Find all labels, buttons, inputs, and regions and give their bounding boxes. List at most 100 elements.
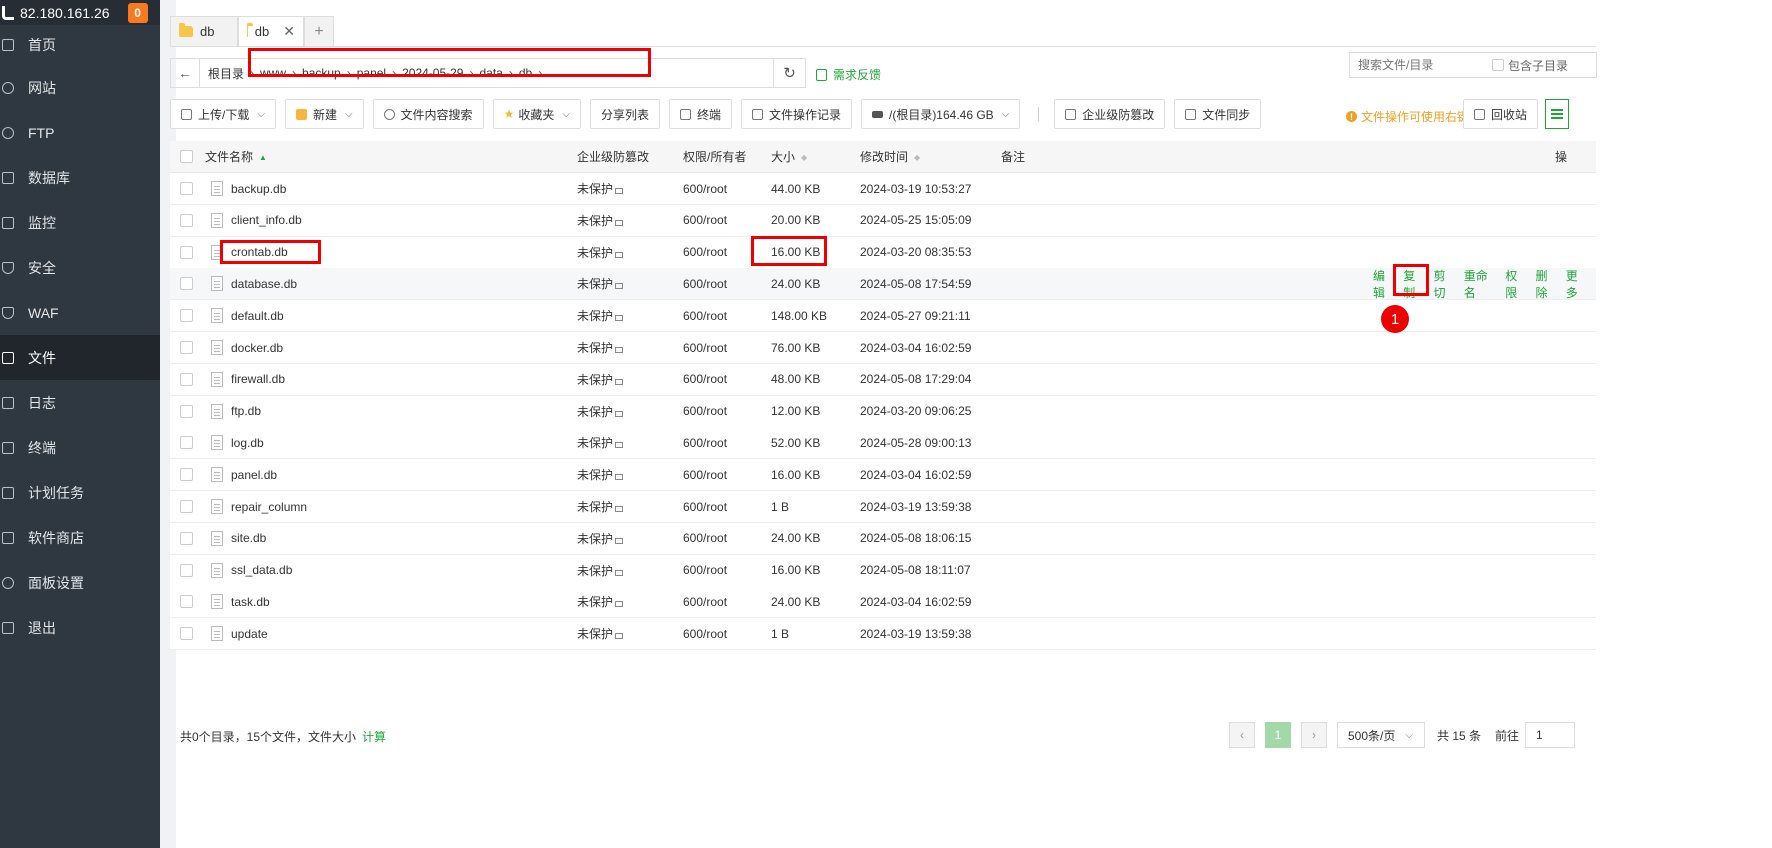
header-mtime[interactable]: 修改时间 ◆ [860,148,920,165]
row-action-6[interactable]: 更多 [1566,267,1588,301]
table-row[interactable]: database.db 未保护 600/root 24.00 KB 2024-05-08… [170,267,1596,301]
file-name[interactable]: firewall.db [231,372,285,386]
row-checkbox[interactable] [180,404,193,418]
goto-page-input[interactable]: 1 [1525,722,1576,748]
sidebar-item-3[interactable]: 数据库 [0,155,160,200]
sidebar-item-0[interactable]: 首页 [0,25,160,65]
file-perm[interactable]: 600/root [683,245,727,259]
row-checkbox[interactable] [180,309,193,323]
row-action-3[interactable]: 重命名 [1464,267,1497,301]
protect-status[interactable]: 未保护 [577,466,624,483]
file-name[interactable]: ssl_data.db [231,563,292,577]
tamper-proof-button[interactable]: 企业级防篡改 [1054,99,1166,129]
file-name[interactable]: site.db [231,531,266,545]
file-perm[interactable]: 600/root [683,182,727,196]
file-sync-button[interactable]: 文件同步 [1174,99,1262,129]
protect-status[interactable]: 未保护 [577,403,624,420]
protect-status[interactable]: 未保护 [577,498,624,515]
sidebar-item-6[interactable]: WAF [0,290,160,335]
list-view-button[interactable] [1545,99,1569,129]
row-checkbox[interactable] [180,277,193,291]
sidebar-item-9[interactable]: 终端 [0,425,160,470]
protect-status[interactable]: 未保护 [577,339,624,356]
refresh-button[interactable]: ↻ [774,58,806,88]
row-checkbox[interactable] [180,595,193,609]
row-checkbox[interactable] [180,531,193,545]
row-action-4[interactable]: 权限 [1505,267,1527,301]
row-checkbox[interactable] [180,563,193,577]
sidebar-item-12[interactable]: 面板设置 [0,560,160,605]
feedback-link[interactable]: 需求反馈 [816,66,881,83]
tab-db-1[interactable]: db [170,16,238,47]
sidebar-item-7[interactable]: 文件 [0,335,160,380]
row-checkbox[interactable] [180,436,193,450]
table-row[interactable]: ssl_data.db 未保护 600/root 16.00 KB 2024-05-08… [170,554,1596,587]
protect-status[interactable]: 未保护 [577,307,624,324]
per-page-select[interactable]: 500条/页 ⌵ [1337,722,1425,748]
table-row[interactable]: docker.db 未保护 600/root 76.00 KB 2024-03-04 1… [170,332,1596,364]
sidebar-item-5[interactable]: 安全 [0,245,160,290]
protect-status[interactable]: 未保护 [577,625,624,642]
file-perm[interactable]: 600/root [683,404,727,418]
op-log-button[interactable]: 文件操作记录 [740,99,852,129]
breadcrumb-root[interactable]: 根目录 [208,65,244,82]
file-perm[interactable]: 600/root [683,595,727,609]
file-name[interactable]: default.db [231,309,284,323]
sidebar-item-10[interactable]: 计划任务 [0,470,160,515]
header-size[interactable]: 大小 ◆ [771,148,807,165]
protect-status[interactable]: 未保护 [577,212,624,229]
terminal-button[interactable]: 终端 [668,99,732,129]
file-perm[interactable]: 600/root [683,531,727,545]
content-search-button[interactable]: 文件内容搜索 [372,99,484,129]
sidebar-item-8[interactable]: 日志 [0,380,160,425]
sidebar-item-13[interactable]: 退出 [0,605,160,650]
row-checkbox[interactable] [180,245,193,259]
protect-status[interactable]: 未保护 [577,530,624,547]
file-perm[interactable]: 600/root [683,627,727,641]
protect-status[interactable]: 未保护 [577,275,624,292]
file-name[interactable]: log.db [231,436,264,450]
page-1-button[interactable]: 1 [1265,722,1291,748]
table-row[interactable]: firewall.db 未保护 600/root 48.00 KB 2024-05-08… [170,363,1596,396]
protect-status[interactable]: 未保护 [577,562,624,579]
protect-status[interactable]: 未保护 [577,180,624,197]
protect-status[interactable]: 未保护 [577,434,624,451]
table-row[interactable]: task.db 未保护 600/root 24.00 KB 2024-03-04 16:… [170,586,1596,619]
calc-link[interactable]: 计算 [362,730,386,744]
row-action-2[interactable]: 剪切 [1434,267,1456,301]
row-action-5[interactable]: 删除 [1535,267,1557,301]
add-tab-button[interactable]: + [304,16,334,47]
search-input[interactable] [1358,58,1488,72]
protect-status[interactable]: 未保护 [577,244,624,261]
close-icon[interactable]: ✕ [283,23,295,40]
sidebar-item-4[interactable]: 监控 [0,200,160,245]
table-row[interactable]: site.db 未保护 600/root 24.00 KB 2024-05-08 18:… [170,522,1596,555]
tab-db-2[interactable]: db ✕ [238,16,304,47]
header-name[interactable]: 文件名称 ▲ [205,148,267,165]
protect-status[interactable]: 未保护 [577,371,624,388]
select-all-checkbox[interactable] [180,150,193,163]
file-perm[interactable]: 600/root [683,468,727,482]
file-name[interactable]: repair_column [231,500,307,514]
prev-page-button[interactable]: ‹ [1229,722,1255,748]
file-perm[interactable]: 600/root [683,372,727,386]
table-row[interactable]: repair_column 未保护 600/root 1 B 2024-03-19 13… [170,491,1596,523]
row-checkbox[interactable] [180,213,193,227]
disk-button[interactable]: /(根目录)164.46 GB ⌵ [860,99,1021,129]
file-name[interactable]: backup.db [231,182,286,196]
file-perm[interactable]: 600/root [683,436,727,450]
sidebar-item-2[interactable]: FTP [0,110,160,155]
next-page-button[interactable]: › [1301,722,1327,748]
notification-badge[interactable]: 0 [127,2,148,23]
file-perm[interactable]: 600/root [683,341,727,355]
file-perm[interactable]: 600/root [683,213,727,227]
share-list-button[interactable]: 分享列表 [589,99,660,129]
recycle-bin-button[interactable]: 回收站 [1463,99,1539,129]
file-perm[interactable]: 600/root [683,563,727,577]
file-perm[interactable]: 600/root [683,500,727,514]
table-row[interactable]: log.db 未保护 600/root 52.00 KB 2024-05-28 09:0… [170,427,1596,460]
file-perm[interactable]: 600/root [683,309,727,323]
table-row[interactable]: client_info.db 未保护 600/root 20.00 KB 2024-05… [170,204,1596,237]
upload-download-button[interactable]: 上传/下载 ⌵ [170,99,276,129]
table-row[interactable]: crontab.db 未保护 600/root 16.00 KB 2024-03-20 … [170,236,1596,269]
